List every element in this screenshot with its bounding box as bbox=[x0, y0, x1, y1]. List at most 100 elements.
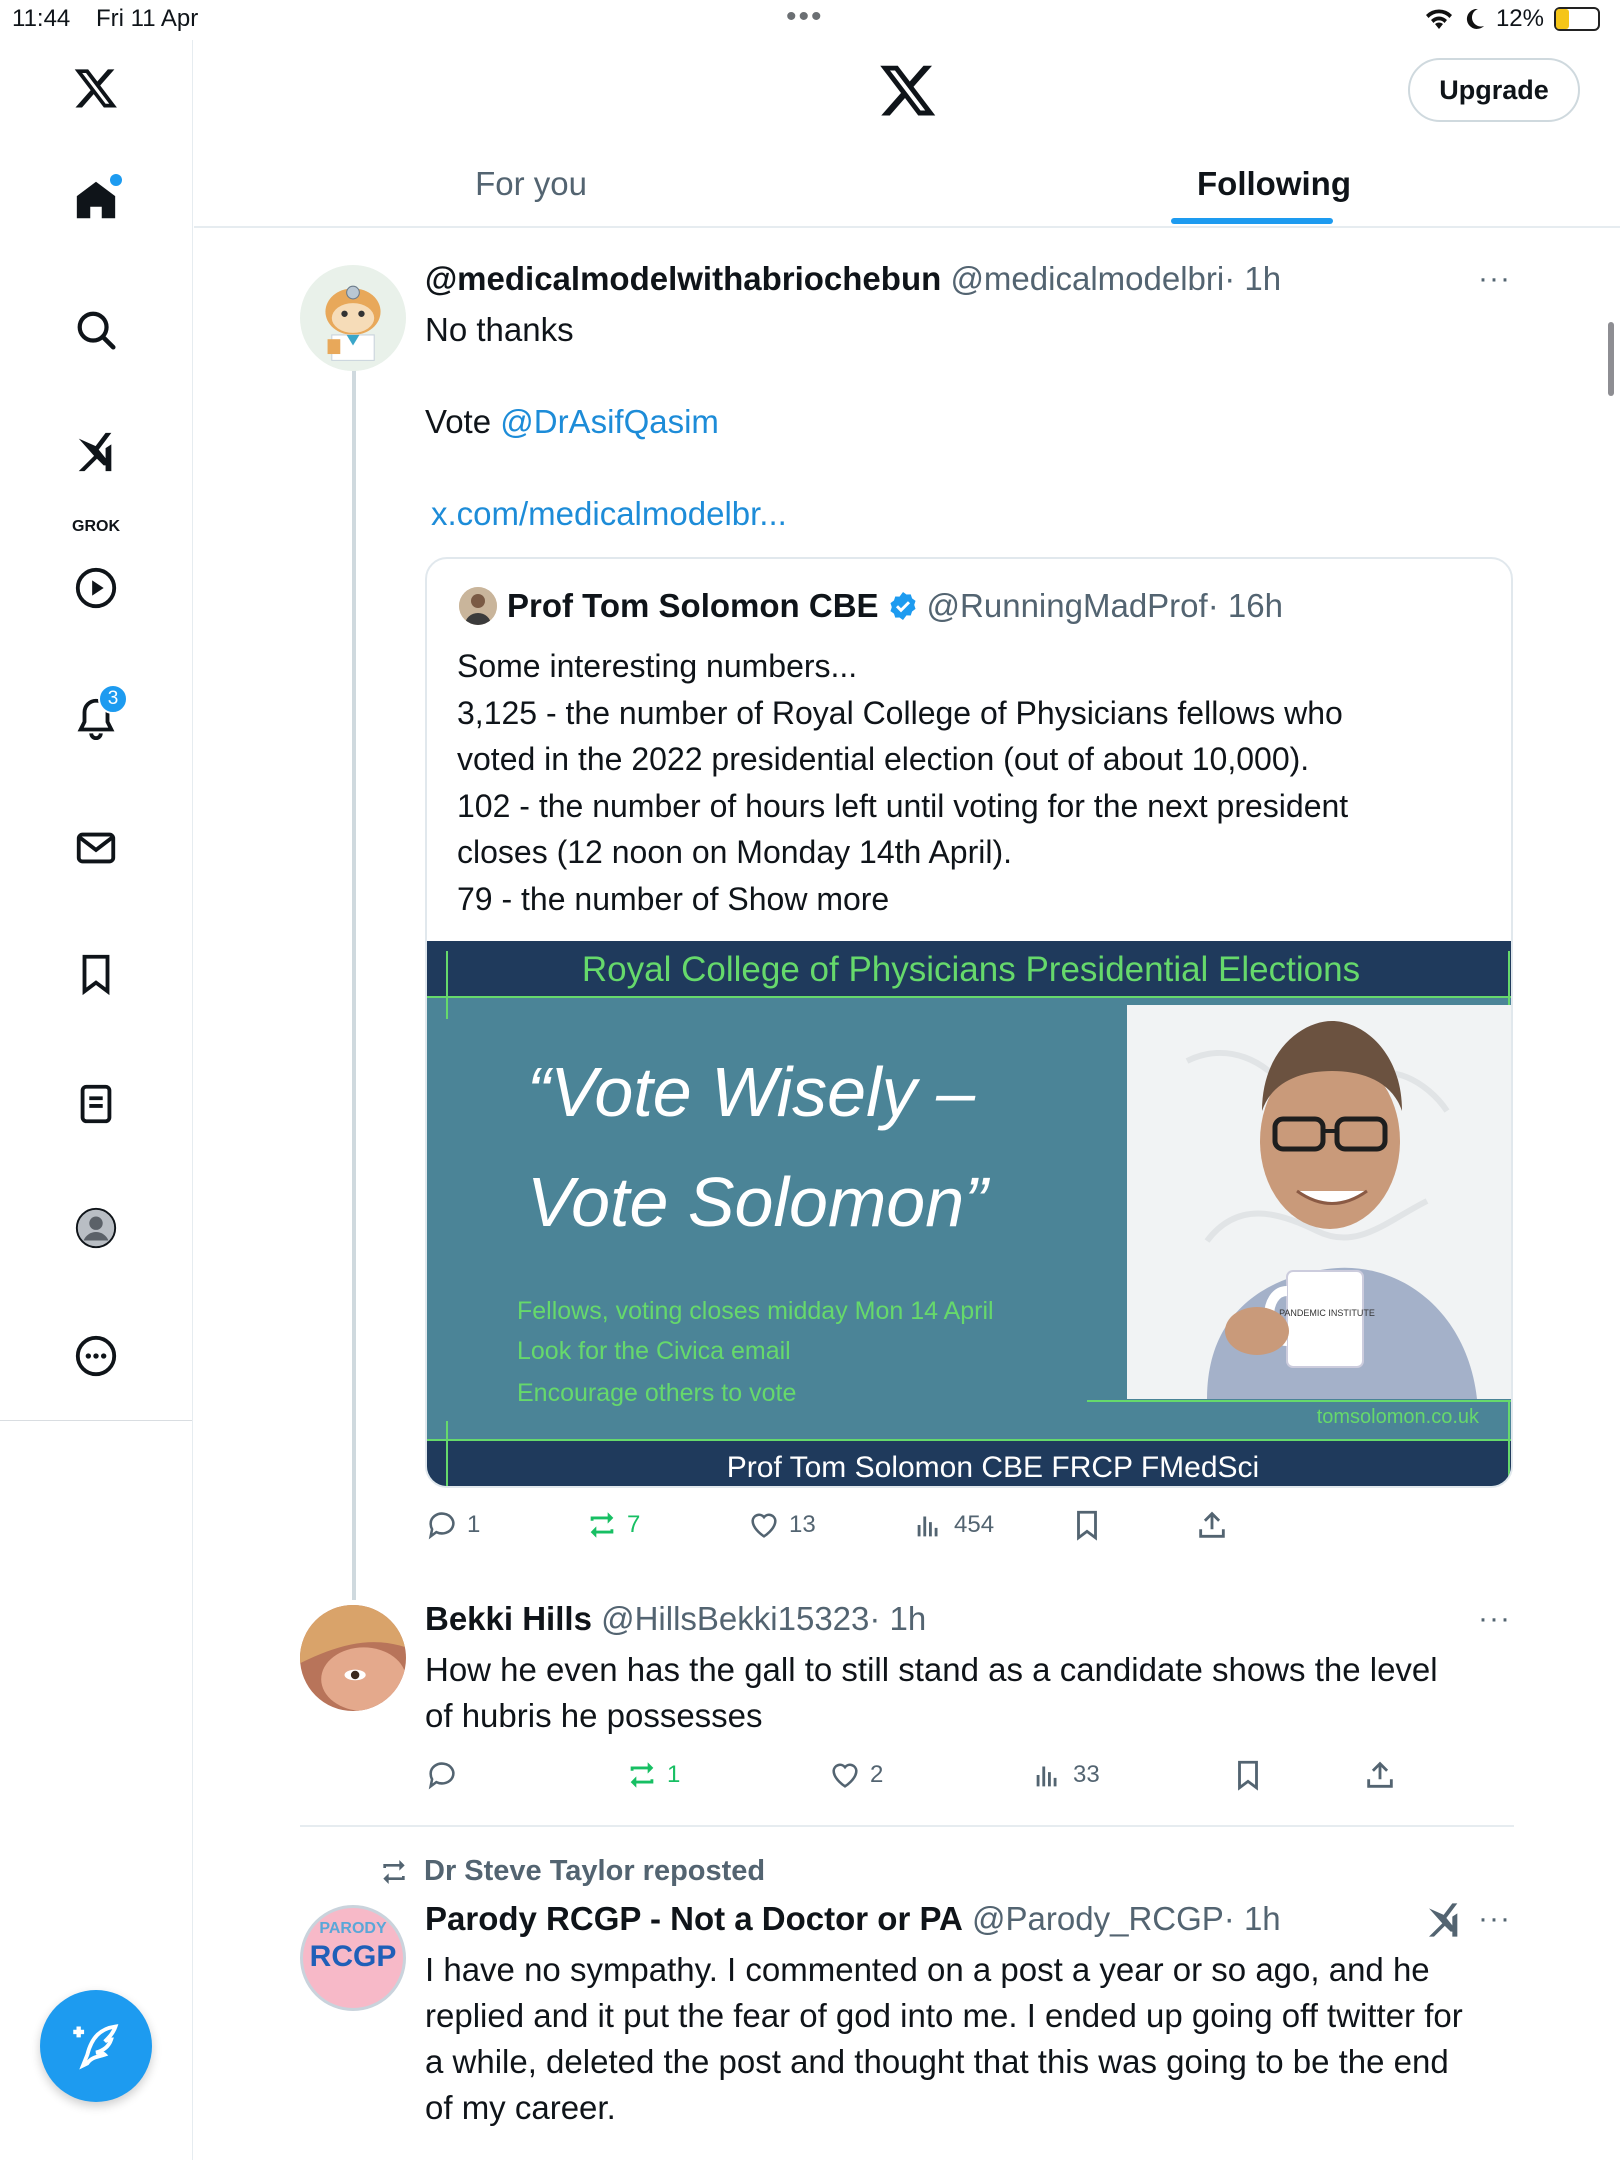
tab-following[interactable]: Following bbox=[1169, 140, 1379, 228]
author-name[interactable]: Parody RCGP - Not a Doctor or PA bbox=[425, 1900, 963, 1937]
share-icon bbox=[1199, 1511, 1225, 1538]
sidebar: GROK 3 bbox=[0, 40, 193, 1420]
more-options-icon[interactable]: ··· bbox=[1478, 1602, 1511, 1636]
tweet-text-line: No thanks bbox=[425, 311, 574, 348]
quoted-tweet-card[interactable]: Prof Tom Solomon CBE @RunningMadProf · 16… bbox=[425, 557, 1513, 1488]
views-icon bbox=[1036, 1766, 1057, 1787]
notifications-icon[interactable]: 3 bbox=[70, 684, 128, 744]
quote-avatar[interactable] bbox=[459, 587, 497, 625]
quote-time[interactable]: · 16h bbox=[1208, 587, 1283, 625]
video-icon[interactable] bbox=[70, 562, 122, 614]
more-options-icon[interactable]: ··· bbox=[1478, 262, 1511, 296]
campaign-image[interactable]: PANDEMIC INSTITUTE Royal College of Phys… bbox=[427, 941, 1511, 1486]
compose-post-button[interactable] bbox=[40, 1990, 152, 2102]
battery-icon bbox=[1554, 7, 1600, 31]
image-banner-text: Royal College of Physicians Presidential… bbox=[582, 950, 1360, 989]
repost-button[interactable]: 7 bbox=[585, 1508, 640, 1542]
image-website: tomsolomon.co.uk bbox=[1317, 1406, 1480, 1428]
author-handle[interactable]: @medicalmodelbri bbox=[950, 260, 1224, 297]
repost-count: 7 bbox=[627, 1511, 641, 1538]
x-logo-icon[interactable] bbox=[70, 62, 122, 114]
author-name[interactable]: @medicalmodelwithabriochebun bbox=[425, 260, 941, 297]
share-icon bbox=[1367, 1761, 1393, 1788]
tweet-text-line: a while, deleted the post and thought th… bbox=[425, 2043, 1449, 2080]
quote-text-line: voted in the 2022 presidential election … bbox=[457, 741, 1310, 777]
tweet-time[interactable]: · 1h bbox=[1224, 260, 1281, 297]
lists-icon[interactable] bbox=[70, 1078, 122, 1130]
repost-context-text: Dr Steve Taylor reposted bbox=[424, 1855, 766, 1887]
mention-link[interactable]: @DrAsifQasim bbox=[500, 403, 719, 440]
like-button[interactable]: 2 bbox=[828, 1758, 883, 1792]
tweet-text: No thanks Vote @DrAsifQasim x.com/medica… bbox=[425, 307, 1505, 537]
views-icon bbox=[917, 1516, 938, 1537]
repost-context[interactable]: Dr Steve Taylor reposted bbox=[378, 1855, 765, 1888]
share-button[interactable] bbox=[1195, 1508, 1229, 1542]
views-button[interactable]: 33 bbox=[1031, 1758, 1100, 1792]
reply-count: 1 bbox=[467, 1511, 481, 1538]
quote-text-line: 79 - the number of Show more bbox=[457, 876, 1477, 923]
tweet-text-line: How he even has the gall to still stand … bbox=[425, 1651, 1438, 1688]
upgrade-button[interactable]: Upgrade bbox=[1408, 58, 1580, 122]
quote-author-handle[interactable]: @RunningMadProf bbox=[927, 587, 1208, 625]
author-handle[interactable]: @HillsBekki15323 bbox=[601, 1600, 869, 1637]
status-date: Fri 11 Apr bbox=[96, 5, 199, 32]
search-icon[interactable] bbox=[70, 304, 122, 356]
author-name[interactable]: Bekki Hills bbox=[425, 1600, 592, 1637]
views-button[interactable]: 454 bbox=[912, 1508, 994, 1542]
scrollbar[interactable] bbox=[1608, 322, 1614, 396]
quote-text-last: 79 - the number of bbox=[457, 880, 728, 917]
repost-button[interactable]: 1 bbox=[625, 1758, 680, 1792]
views-count: 454 bbox=[954, 1511, 995, 1538]
tab-for-you[interactable]: For you bbox=[426, 140, 636, 228]
quote-author-name[interactable]: Prof Tom Solomon CBE bbox=[507, 587, 879, 625]
bookmark-button[interactable] bbox=[1231, 1758, 1265, 1792]
repost-icon bbox=[590, 1512, 614, 1538]
status-right: 12% bbox=[1424, 5, 1600, 33]
avatar[interactable] bbox=[300, 1605, 406, 1711]
repost-icon bbox=[383, 1859, 405, 1884]
reply-button[interactable]: 1 bbox=[425, 1508, 480, 1542]
author-handle[interactable]: @Parody_RCGP bbox=[972, 1900, 1224, 1937]
header-x-logo-icon[interactable] bbox=[878, 60, 938, 120]
tweet-time[interactable]: · 1h bbox=[1224, 1900, 1281, 1937]
home-icon[interactable] bbox=[70, 174, 122, 226]
image-slogan-line1: “Vote Wisely – bbox=[527, 1053, 976, 1131]
show-more-link[interactable]: Show more bbox=[727, 881, 889, 917]
like-count: 2 bbox=[870, 1761, 884, 1788]
thread-connector bbox=[352, 370, 356, 1600]
tweet-text-line: of hubris he possesses bbox=[425, 1697, 763, 1734]
quote-text: Some interesting numbers... 3,125 - the … bbox=[457, 643, 1477, 922]
quote-text-line: Some interesting numbers... bbox=[457, 648, 858, 684]
tweet-header: @medicalmodelwithabriochebun @medicalmod… bbox=[425, 260, 1281, 298]
active-tab-indicator bbox=[1171, 218, 1333, 224]
grok-icon[interactable] bbox=[1424, 1900, 1464, 1940]
avatar[interactable] bbox=[300, 265, 406, 371]
tweet-url-link[interactable]: x.com/medicalmodelbr... bbox=[425, 491, 1505, 537]
profile-icon[interactable] bbox=[70, 1202, 122, 1254]
bookmark-button[interactable] bbox=[1070, 1508, 1104, 1542]
repost-icon bbox=[630, 1762, 654, 1788]
multitask-dots-icon[interactable]: ••• bbox=[786, 0, 824, 34]
status-bar: 11:44 Fri 11 Apr ••• 12% bbox=[0, 0, 1620, 40]
tweet-header: Bekki Hills @HillsBekki15323· 1h bbox=[425, 1600, 926, 1638]
tweet-text-line: of my career. bbox=[425, 2089, 616, 2126]
reply-button[interactable] bbox=[425, 1758, 467, 1792]
quote-text-line: closes (12 noon on Monday 14th April). bbox=[457, 834, 1012, 870]
tweet-time[interactable]: · 1h bbox=[869, 1600, 926, 1637]
bookmark-icon bbox=[1077, 1510, 1097, 1541]
more-icon[interactable] bbox=[70, 1330, 122, 1382]
more-options-icon[interactable]: ··· bbox=[1478, 1902, 1511, 1936]
tweet-actions: 1 2 33 bbox=[425, 1758, 1513, 1798]
grok-icon[interactable] bbox=[70, 426, 122, 478]
share-button[interactable] bbox=[1363, 1758, 1397, 1792]
messages-icon[interactable] bbox=[70, 822, 122, 874]
like-button[interactable]: 13 bbox=[747, 1508, 816, 1542]
quote-text-line: 3,125 - the number of Royal College of P… bbox=[457, 694, 1343, 731]
reply-icon bbox=[428, 1762, 455, 1790]
bookmarks-icon[interactable] bbox=[70, 948, 122, 1000]
avatar[interactable]: PARODY RCGP bbox=[300, 1905, 406, 2011]
image-info-line3: Encourage others to vote bbox=[517, 1379, 796, 1407]
status-time: 11:44 bbox=[12, 5, 71, 32]
image-info-line2: Look for the Civica email bbox=[517, 1337, 791, 1365]
wifi-icon bbox=[1425, 9, 1452, 29]
